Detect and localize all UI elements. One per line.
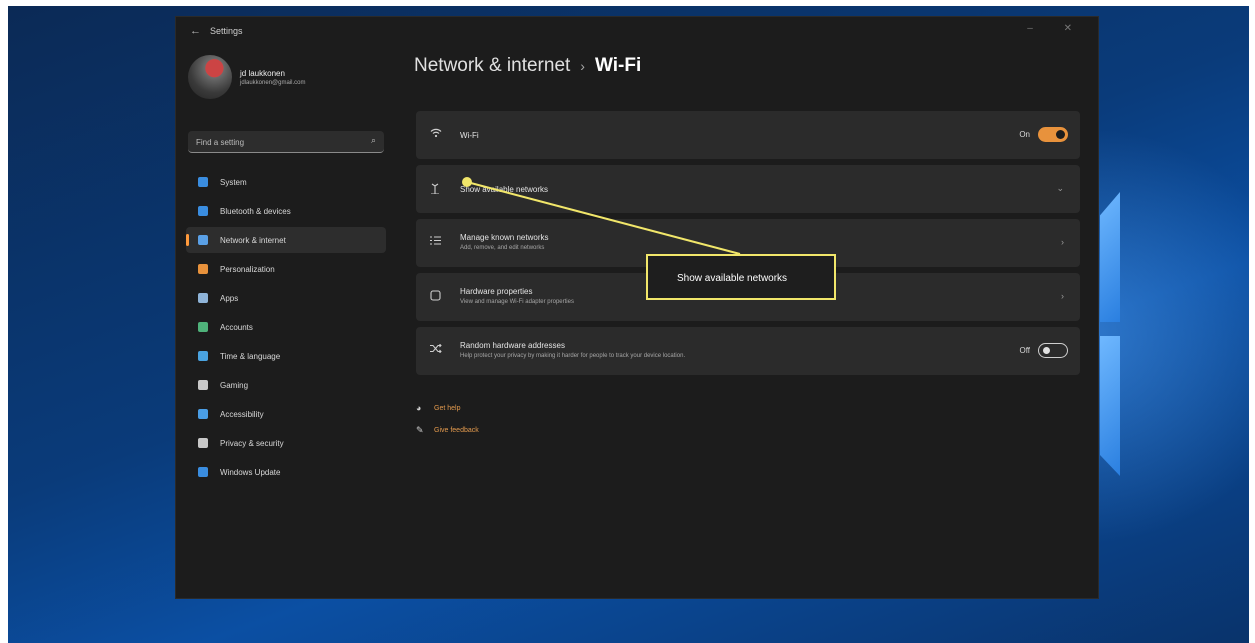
show-available-networks-card[interactable]: Show available networks ⌄: [416, 165, 1080, 213]
wifi-toggle-group[interactable]: On: [1019, 127, 1068, 142]
globe-icon: [198, 351, 208, 361]
sidebar-item-label: Accounts: [220, 322, 253, 332]
profile-email: jdlaukkonen@gmail.com: [240, 80, 306, 86]
apps-icon: [198, 293, 208, 303]
sidebar-item-bluetooth-devices[interactable]: Bluetooth & devices: [186, 198, 386, 224]
window-title: Settings: [210, 26, 243, 36]
avatar: [188, 55, 232, 99]
title-bar: ← Settings – ✕: [176, 17, 1098, 47]
sidebar-item-label: Personalization: [220, 264, 275, 274]
sidebar-item-label: Privacy & security: [220, 438, 284, 448]
sidebar-item-label: Accessibility: [220, 409, 264, 419]
breadcrumb-current: Wi-Fi: [594, 55, 642, 76]
person-icon: [198, 322, 208, 332]
search-input[interactable]: [196, 135, 356, 149]
wifi-card[interactable]: Wi-Fi On: [416, 111, 1080, 159]
gamepad-icon: [198, 380, 208, 390]
sidebar-item-accessibility[interactable]: Accessibility: [186, 401, 386, 427]
sidebar-item-label: Windows Update: [220, 467, 281, 477]
sidebar: jd laukkonen jdlaukkonen@gmail.com ⌕ Sys…: [176, 47, 388, 600]
wifi-icon: [430, 128, 442, 141]
get-help-text[interactable]: Get help: [434, 405, 460, 412]
sidebar-item-accounts[interactable]: Accounts: [186, 314, 386, 340]
help-links: ◕ Get help ✎ Give feedback: [416, 397, 479, 441]
hardware-desc: View and manage Wi-Fi adapter properties: [460, 299, 574, 305]
sidebar-item-network-internet[interactable]: Network & internet: [186, 227, 386, 253]
update-icon: [198, 467, 208, 477]
wifi-icon: [198, 235, 208, 245]
sidebar-item-system[interactable]: System: [186, 169, 386, 195]
sidebar-item-gaming[interactable]: Gaming: [186, 372, 386, 398]
accessibility-icon: [198, 409, 208, 419]
manage-known-desc: Add, remove, and edit networks: [460, 245, 545, 251]
hardware-title: Hardware properties: [460, 287, 533, 296]
sidebar-item-label: Gaming: [220, 380, 249, 390]
random-hw-toggle-group[interactable]: Off: [1019, 343, 1068, 358]
sidebar-nav: System Bluetooth & devices Network & inter…: [186, 169, 386, 488]
list-icon: [430, 236, 441, 248]
monitor-icon: [198, 177, 208, 187]
random-hardware-addresses-card[interactable]: Random hardware addresses Help protect y…: [416, 327, 1080, 375]
user-profile[interactable]: jd laukkonen jdlaukkonen@gmail.com: [188, 55, 388, 103]
get-help-link[interactable]: ◕ Get help: [416, 397, 479, 419]
sidebar-item-personalization[interactable]: Personalization: [186, 256, 386, 282]
breadcrumb-separator: ›: [580, 58, 585, 74]
bluetooth-icon: [198, 206, 208, 216]
page-title: Network & internet › Wi-Fi: [414, 55, 641, 77]
sidebar-item-time-language[interactable]: Time & language: [186, 343, 386, 369]
chevron-right-icon[interactable]: ›: [1061, 291, 1064, 301]
random-hw-toggle-label: Off: [1019, 346, 1030, 355]
antenna-icon: [430, 182, 440, 197]
back-arrow-icon[interactable]: ←: [190, 25, 201, 37]
settings-window: ← Settings – ✕ jd laukkonen jdlaukkonen@…: [175, 16, 1099, 599]
search-icon[interactable]: ⌕: [371, 135, 376, 146]
give-feedback-link[interactable]: ✎ Give feedback: [416, 419, 479, 441]
chevron-right-icon[interactable]: ›: [1061, 237, 1064, 247]
hardware-properties-card[interactable]: Hardware properties View and manage Wi-F…: [416, 273, 1080, 321]
random-hw-title: Random hardware addresses: [460, 341, 565, 350]
sidebar-item-label: Bluetooth & devices: [220, 206, 291, 216]
random-hw-desc: Help protect your privacy by making it h…: [460, 353, 686, 359]
brush-icon: [198, 264, 208, 274]
give-feedback-text[interactable]: Give feedback: [434, 427, 479, 434]
help-icon: ◕: [416, 403, 422, 413]
sidebar-item-label: Network & internet: [220, 235, 286, 245]
wifi-toggle[interactable]: [1038, 127, 1068, 142]
wifi-title: Wi-Fi: [460, 131, 479, 140]
manage-known-networks-card[interactable]: Manage known networks Add, remove, and e…: [416, 219, 1080, 267]
breadcrumb-parent[interactable]: Network & internet: [414, 55, 570, 76]
window-controls[interactable]: – ✕: [1027, 23, 1086, 34]
wifi-toggle-label: On: [1019, 130, 1030, 139]
search-box[interactable]: ⌕: [188, 131, 384, 153]
sidebar-item-label: Apps: [220, 293, 239, 303]
chip-icon: [430, 290, 441, 304]
sidebar-item-privacy-security[interactable]: Privacy & security: [186, 430, 386, 456]
show-networks-title: Show available networks: [460, 185, 549, 194]
sidebar-item-windows-update[interactable]: Windows Update: [186, 459, 386, 485]
windows-logo-pane: [1100, 336, 1120, 476]
chevron-down-icon[interactable]: ⌄: [1056, 183, 1064, 194]
profile-name: jd laukkonen: [240, 69, 285, 78]
shield-icon: [198, 438, 208, 448]
random-hw-toggle[interactable]: [1038, 343, 1068, 358]
shuffle-icon: [430, 343, 442, 356]
sidebar-item-label: System: [220, 177, 247, 187]
manage-known-title: Manage known networks: [460, 233, 549, 242]
sidebar-item-label: Time & language: [220, 351, 281, 361]
main-content: Network & internet › Wi-Fi Wi-Fi On Show a…: [414, 47, 1082, 600]
sidebar-item-apps[interactable]: Apps: [186, 285, 386, 311]
feedback-icon: ✎: [416, 424, 424, 435]
